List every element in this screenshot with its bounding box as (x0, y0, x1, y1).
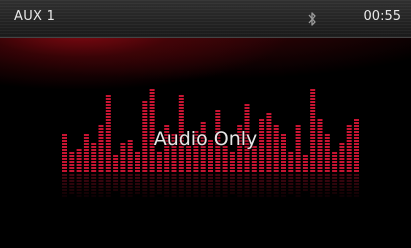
equalizer-bar (91, 143, 97, 197)
equalizer-bar (332, 152, 338, 194)
aux-screen: AUX 1 00:55 Audio Only (0, 0, 411, 248)
equalizer-bar (251, 146, 257, 197)
equalizer-bar (76, 149, 82, 197)
equalizer-bar (69, 152, 75, 194)
equalizer-bar (135, 152, 140, 194)
equalizer-bar (215, 110, 221, 197)
equalizer-bar (120, 143, 126, 197)
equalizer-bar (113, 155, 119, 191)
equalizer-bar (222, 146, 228, 197)
equalizer-visualizer (62, 89, 359, 197)
equalizer-bar (229, 152, 235, 194)
audio-only-message: Audio Only (153, 128, 258, 150)
equalizer-bar (186, 146, 192, 197)
equalizer-bar (288, 152, 294, 194)
equalizer-bar (339, 143, 345, 197)
equalizer-bar (302, 155, 308, 191)
equalizer-bar (244, 104, 250, 197)
equalizer-bar (266, 113, 272, 197)
equalizer-bar (156, 152, 162, 194)
